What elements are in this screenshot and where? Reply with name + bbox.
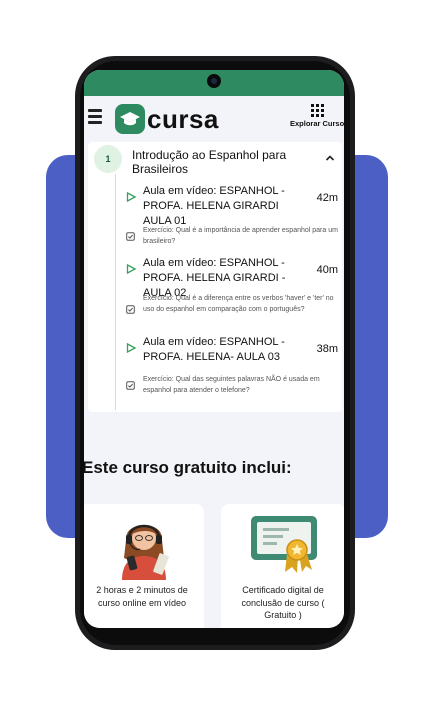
includes-title: Este curso gratuito inclui: [84, 458, 292, 477]
chevron-up-icon[interactable] [324, 152, 336, 164]
status-bar [84, 70, 344, 96]
exercise-text: Exercício: Qual é a diferença entre os v… [143, 295, 334, 313]
play-icon [126, 343, 136, 353]
checkbox-icon [126, 305, 135, 314]
lesson-duration: 42m [316, 192, 338, 204]
logo-text: cursa [147, 103, 219, 134]
front-camera [207, 74, 221, 88]
play-icon [126, 192, 136, 202]
cursa-logo[interactable]: cursa [115, 102, 219, 136]
module-card: 1 Introdução ao Espanhol para Brasileiro… [88, 142, 342, 412]
lesson-title: Aula em vídeo: ESPANHOL - PROFA. HELENA-… [143, 336, 285, 363]
explore-label: Explorar Curso [290, 119, 344, 128]
lesson-duration: 38m [316, 343, 338, 355]
exercise-text: Exercício: Qual das seguintes palavras N… [143, 376, 320, 394]
feature-card-video: 2 horas e 2 minutos de curso online em v… [84, 504, 204, 628]
grid-icon [310, 104, 324, 117]
play-icon [126, 264, 136, 274]
graduation-cap-icon [115, 104, 145, 134]
feature-card-certificate: Certificado digital de conclusão de curs… [221, 504, 344, 628]
woman-with-headset-illustration [122, 524, 169, 580]
top-navbar: cursa Explorar Curso [84, 96, 344, 142]
timeline-line [115, 174, 116, 410]
exercise-text: Exercício: Qual é a importância de apren… [143, 227, 338, 245]
feature-certificate-label: Certificado digital de conclusão de curs… [241, 585, 325, 620]
lesson-duration: 40m [316, 264, 338, 276]
phone-screen: cursa Explorar Curso 1 Introdução ao Esp… [84, 70, 344, 628]
checkbox-icon [126, 232, 135, 241]
lesson-title: Aula em vídeo: ESPANHOL - PROFA. HELENA … [143, 185, 285, 227]
module-number-badge: 1 [94, 145, 122, 173]
module-title[interactable]: Introdução ao Espanhol para Brasileiros [132, 148, 312, 176]
feature-video-label: 2 horas e 2 minutos de curso online em v… [96, 585, 188, 608]
hamburger-menu-icon[interactable] [88, 109, 102, 124]
certificate-illustration [251, 516, 317, 573]
checkbox-icon [126, 381, 135, 390]
explore-courses-button[interactable]: Explorar Curso [290, 104, 344, 128]
